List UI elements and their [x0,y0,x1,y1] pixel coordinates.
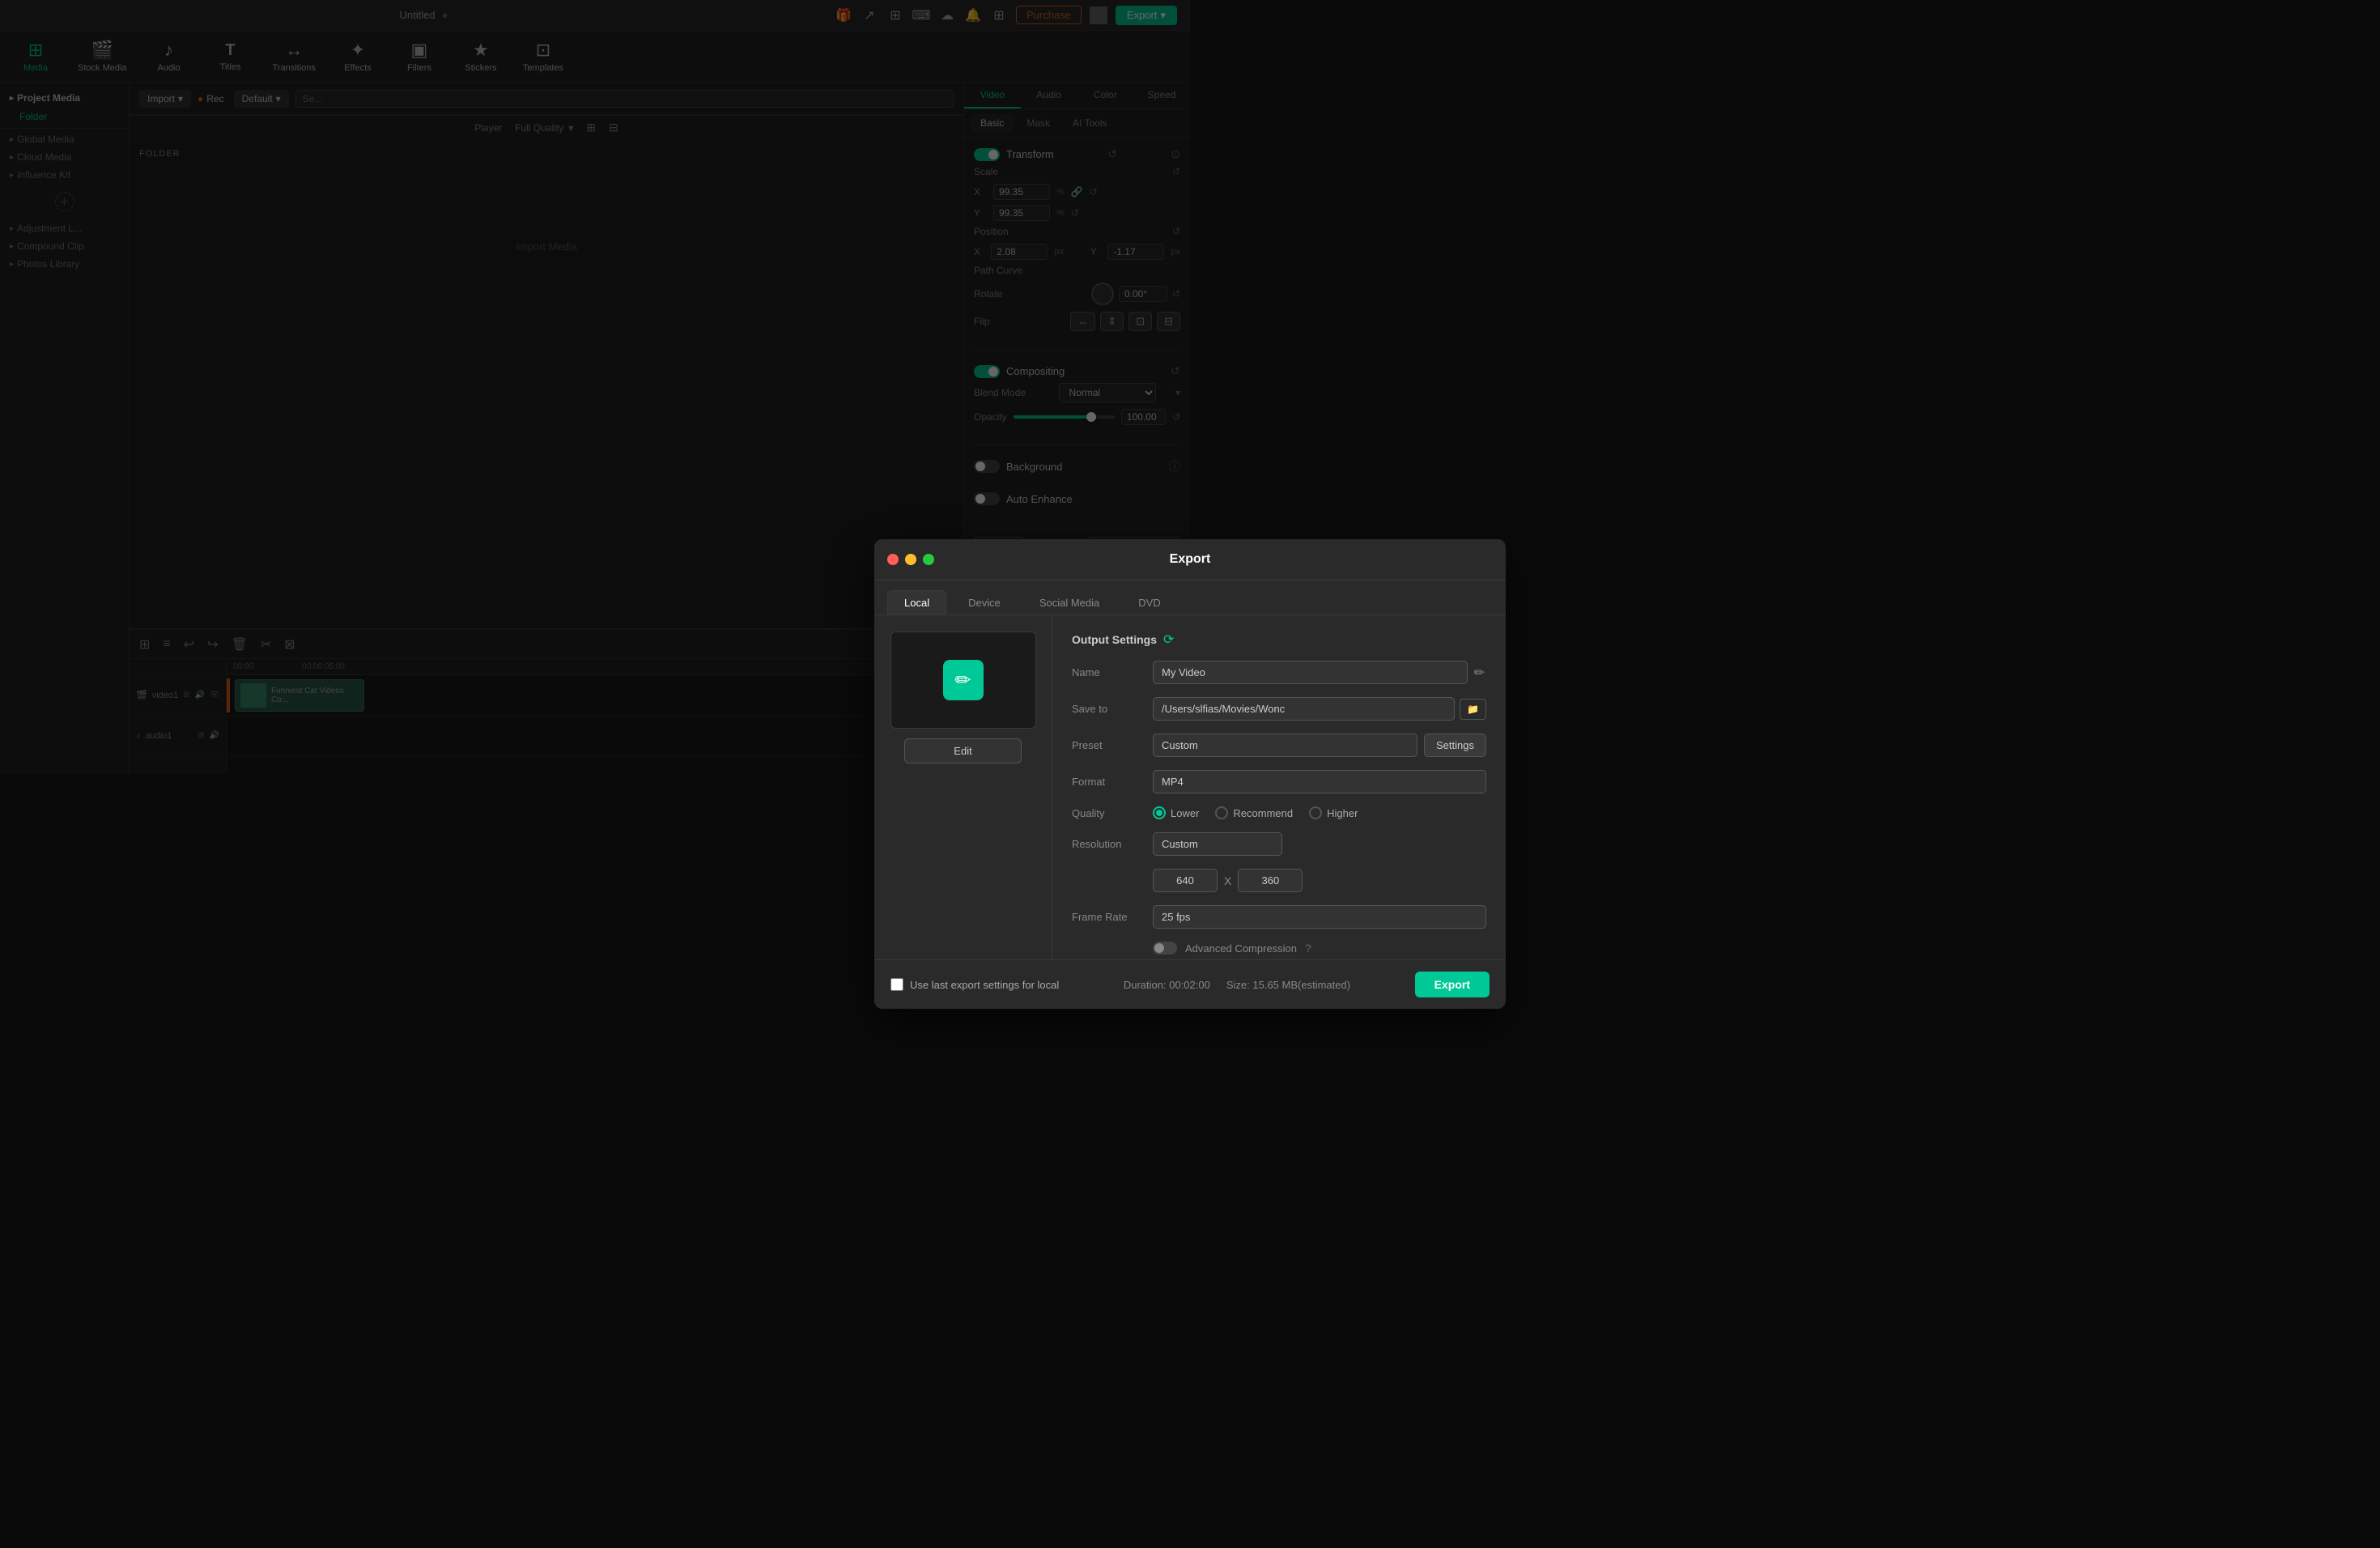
quality-lower[interactable]: Lower [1153,806,1199,819]
modal-preview: ✏ Edit [874,615,1052,959]
folder-browse-button[interactable]: 📁 [1460,699,1486,720]
name-edit-icon[interactable]: ✏ [1473,663,1486,683]
preview-icon: ✏ [943,660,984,700]
export-main-button[interactable]: Export [1415,972,1490,997]
name-field-container: ✏ [1153,661,1486,684]
modal-footer: Use last export settings for local Durat… [874,959,1506,1009]
preset-row: Preset Custom Settings [1072,734,1486,757]
resolution-select[interactable]: Custom [1153,832,1282,856]
advanced-toggle[interactable] [1153,942,1177,955]
modal-overlay: Export Local Device Social Media DVD ✏ E… [0,0,2380,1548]
res-height-input[interactable] [1238,869,1303,892]
footer-checkbox: Use last export settings for local [890,978,1059,991]
modal-tab-social-media[interactable]: Social Media [1022,590,1116,615]
name-row: Name ✏ [1072,661,1486,684]
modal-tabs: Local Device Social Media DVD [874,580,1506,615]
resolution-inputs-row: X [1072,869,1486,892]
output-settings-label: Output Settings [1072,633,1157,646]
edit-button[interactable]: Edit [904,738,1021,763]
output-settings-icon[interactable]: ⟳ [1163,632,1174,648]
format-select[interactable]: MP4 [1153,770,1486,793]
duration-label: Duration: [1124,979,1167,991]
quality-recommend-label: Recommend [1233,807,1293,819]
help-icon[interactable]: ? [1305,942,1311,955]
save-to-label: Save to [1072,703,1145,715]
modal-body: ✏ Edit Output Settings ⟳ Name ✏ [874,615,1506,959]
frame-rate-label: Frame Rate [1072,911,1145,923]
frame-rate-select[interactable]: 25 fps [1153,905,1486,929]
quality-higher-radio [1309,806,1322,819]
advanced-label: Advanced Compression [1185,942,1297,955]
res-inputs: X [1153,869,1303,892]
format-row: Format MP4 [1072,770,1486,793]
export-modal: Export Local Device Social Media DVD ✏ E… [874,539,1506,1009]
duration-value: 00:02:00 [1169,979,1210,991]
quality-recommend-radio [1215,806,1228,819]
minimize-window-button[interactable] [905,554,916,565]
close-window-button[interactable] [887,554,899,565]
modal-tab-dvd[interactable]: DVD [1121,590,1177,615]
traffic-lights [887,554,934,565]
modal-tab-local[interactable]: Local [887,590,946,615]
quality-higher-label: Higher [1327,807,1358,819]
res-x-separator: X [1224,874,1231,887]
modal-tab-device[interactable]: Device [951,590,1018,615]
resolution-row: Resolution Custom [1072,832,1486,856]
quality-lower-radio [1153,806,1166,819]
maximize-window-button[interactable] [923,554,934,565]
advanced-row: Advanced Compression ? [1153,942,1486,955]
last-settings-checkbox[interactable] [890,978,903,991]
size-value: 15.65 MB(estimated) [1252,979,1350,991]
footer-info: Duration: 00:02:00 Size: 15.65 MB(estima… [1124,979,1350,991]
checkbox-label: Use last export settings for local [910,979,1059,991]
size-label: Size: [1226,979,1250,991]
modal-header: Export [874,539,1506,580]
quality-recommend[interactable]: Recommend [1215,806,1293,819]
size-info: Size: 15.65 MB(estimated) [1226,979,1350,991]
output-settings-header: Output Settings ⟳ [1072,632,1486,648]
resolution-container: Custom [1153,832,1282,856]
name-input[interactable] [1153,661,1468,684]
modal-title: Export [1170,552,1211,567]
save-to-row: Save to 📁 [1072,697,1486,721]
duration-info: Duration: 00:02:00 [1124,979,1210,991]
frame-rate-row: Frame Rate 25 fps [1072,905,1486,929]
quality-row: Quality Lower Recommend [1072,806,1486,819]
preset-container: Custom Settings [1153,734,1486,757]
res-width-input[interactable] [1153,869,1218,892]
preview-thumbnail: ✏ [890,632,1036,729]
preset-label: Preset [1072,739,1145,751]
preset-select[interactable]: Custom [1153,734,1417,757]
settings-button[interactable]: Settings [1424,734,1486,757]
quality-lower-label: Lower [1171,807,1199,819]
name-label: Name [1072,666,1145,678]
quality-options: Lower Recommend Higher [1153,806,1358,819]
format-label: Format [1072,776,1145,788]
quality-higher[interactable]: Higher [1309,806,1358,819]
save-to-container: 📁 [1153,697,1486,721]
quality-label: Quality [1072,807,1145,819]
save-to-input[interactable] [1153,697,1455,721]
resolution-label: Resolution [1072,838,1145,850]
modal-settings: Output Settings ⟳ Name ✏ Save to [1052,615,1506,959]
